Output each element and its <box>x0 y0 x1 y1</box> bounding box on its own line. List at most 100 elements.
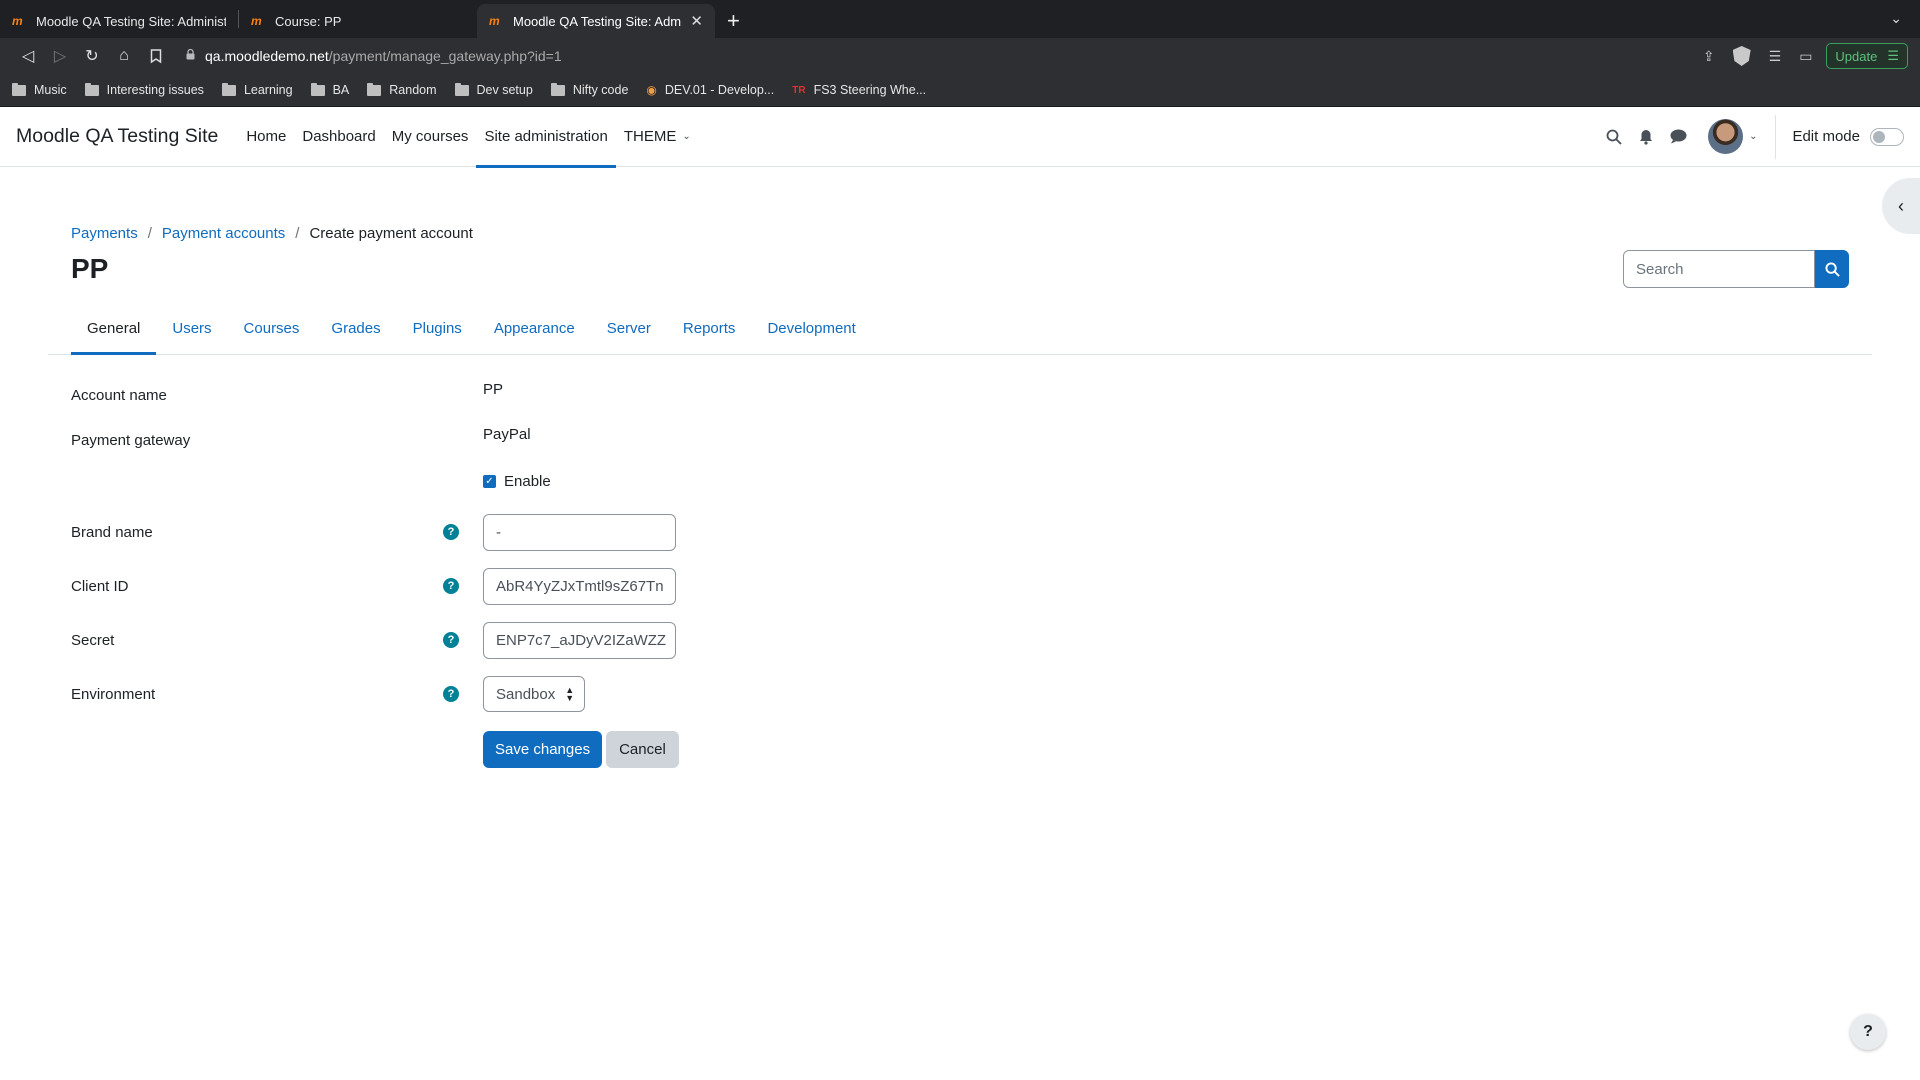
breadcrumb-payments[interactable]: Payments <box>71 225 138 242</box>
forward-arrow-icon[interactable]: ▷ <box>44 42 76 70</box>
close-tab-icon[interactable]: ✕ <box>690 12 703 30</box>
tab-general[interactable]: General <box>71 302 157 355</box>
playlist-icon[interactable]: ☰ <box>1769 48 1782 65</box>
account-name-label: Account name <box>71 387 167 404</box>
bookmark-folder[interactable]: Nifty code <box>550 82 628 97</box>
bookmark-folder[interactable]: Learning <box>221 82 293 97</box>
address-bar[interactable]: qa.moodledemo.net/payment/manage_gateway… <box>186 42 1703 70</box>
bookmark-label: Dev setup <box>476 83 533 97</box>
site-name[interactable]: Moodle QA Testing Site <box>16 125 218 148</box>
save-changes-button[interactable]: Save changes <box>483 730 603 768</box>
secret-input[interactable]: ENP7c7_aJDyV2IZaWZZ <box>483 621 676 659</box>
tab-reports[interactable]: Reports <box>667 302 752 354</box>
nav-theme-dropdown[interactable]: THEME ⌄ <box>616 107 699 167</box>
help-icon[interactable]: ? <box>443 524 459 540</box>
page-title: PP <box>71 253 109 284</box>
help-icon[interactable]: ? <box>443 686 459 702</box>
bookmark-folder[interactable]: Music <box>12 82 67 97</box>
bookmark-label: DEV.01 - Develop... <box>664 83 775 97</box>
bookmark-link[interactable]: TR FS3 Steering Whe... <box>792 83 926 97</box>
environment-label: Environment <box>71 685 156 703</box>
site-favicon-icon: ◉ <box>646 83 657 97</box>
bookmark-label: BA <box>332 83 350 97</box>
user-avatar[interactable] <box>1708 119 1744 154</box>
breadcrumb: Payments / Payment accounts / Create pay… <box>71 225 1872 242</box>
form-row-brand-name: Brand name? - <box>71 505 1872 559</box>
url-path: /payment/manage_gateway.php?id=1 <box>328 48 562 64</box>
breadcrumb-separator: / <box>295 225 300 242</box>
admin-tabs: General Users Courses Grades Plugins App… <box>48 302 1872 355</box>
bookmark-folder[interactable]: Dev setup <box>454 82 533 97</box>
back-arrow-icon[interactable]: ◁ <box>12 42 44 70</box>
main-content: Payments / Payment accounts / Create pay… <box>48 167 1872 777</box>
help-icon[interactable]: ? <box>443 578 459 594</box>
edit-mode-label: Edit mode <box>1792 128 1860 145</box>
breadcrumb-payment-accounts[interactable]: Payment accounts <box>162 225 285 242</box>
browser-tab[interactable]: m Moodle QA Testing Site: Administrat <box>0 4 238 38</box>
form-row-environment: Environment? Sandbox ▲ ▼ <box>71 667 1872 721</box>
payment-gateway-value: PayPal <box>483 426 531 443</box>
share-icon[interactable]: ⇪ <box>1703 48 1715 65</box>
enable-label[interactable]: Enable <box>504 473 551 490</box>
client-id-input[interactable]: AbR4YyZJxTmtl9sZ67Tn <box>483 567 676 605</box>
client-id-label: Client ID <box>71 577 129 595</box>
nav-site-administration[interactable]: Site administration <box>476 107 617 168</box>
tab-appearance[interactable]: Appearance <box>478 302 591 354</box>
browser-tab[interactable]: m Course: PP <box>239 4 477 38</box>
form-row-client-id: Client ID? AbR4YyZJxTmtl9sZ67Tn <box>71 559 1872 613</box>
update-button[interactable]: Update ☰ <box>1826 43 1908 69</box>
bookmark-folder[interactable]: BA <box>310 82 350 97</box>
tab-grades[interactable]: Grades <box>315 302 396 354</box>
search-icon <box>1824 261 1840 277</box>
home-icon[interactable]: ⌂ <box>108 42 140 70</box>
brand-name-label: Brand name <box>71 523 153 541</box>
tab-development[interactable]: Development <box>751 302 871 354</box>
folder-icon <box>310 82 325 96</box>
browser-tab-active[interactable]: m Moodle QA Testing Site: Admini ✕ <box>477 4 715 38</box>
payment-gateway-label: Payment gateway <box>71 432 191 449</box>
help-question-icon[interactable]: ? <box>1850 1014 1886 1050</box>
bookmarks-bar: Music Interesting issues Learning BA Ran… <box>0 74 1920 107</box>
bookmark-folder[interactable]: Random <box>367 82 437 97</box>
open-block-drawer-chevron-left-icon[interactable]: ‹ <box>1882 178 1920 234</box>
new-tab-button[interactable]: + <box>727 4 740 38</box>
select-arrows-icon: ▲ ▼ <box>565 685 575 703</box>
tab-plugins[interactable]: Plugins <box>397 302 478 354</box>
browser-tab-bar: m Moodle QA Testing Site: Administrat m … <box>0 0 1920 38</box>
messages-icon[interactable] <box>1662 129 1694 144</box>
folder-icon <box>12 82 26 96</box>
bookmark-link[interactable]: ◉ DEV.01 - Develop... <box>646 83 774 97</box>
bookmark-icon[interactable] <box>140 42 172 70</box>
url-host: qa.moodledemo.net <box>205 48 329 64</box>
tab-courses[interactable]: Courses <box>228 302 316 354</box>
brave-shield-icon[interactable] <box>1732 46 1751 66</box>
help-icon[interactable]: ? <box>443 632 459 648</box>
brand-name-input[interactable]: - <box>483 513 676 551</box>
tab-users[interactable]: Users <box>156 302 227 354</box>
chevron-down-icon[interactable]: ⌄ <box>1749 131 1757 142</box>
moodle-favicon-icon: m <box>12 14 23 28</box>
site-favicon-icon: TR <box>792 84 806 96</box>
form-row-enable: ✓ Enable <box>71 457 1872 505</box>
edit-mode-switch[interactable]: Edit mode <box>1792 127 1904 146</box>
chevron-down-icon: ⌄ <box>682 131 691 142</box>
notification-bell-icon[interactable] <box>1630 129 1662 145</box>
edit-mode-toggle[interactable] <box>1870 127 1904 146</box>
environment-selected-value: Sandbox <box>496 685 556 703</box>
environment-select[interactable]: Sandbox ▲ ▼ <box>483 676 586 712</box>
enable-checkbox[interactable]: ✓ <box>483 474 496 488</box>
search-button[interactable] <box>1815 250 1849 288</box>
tab-server[interactable]: Server <box>591 302 667 354</box>
tab-search-chevron-icon[interactable]: ⌄ <box>1890 10 1902 27</box>
wallet-icon[interactable]: ▭ <box>1799 48 1812 65</box>
search-input[interactable] <box>1623 250 1815 288</box>
nav-home[interactable]: Home <box>238 107 294 167</box>
bookmark-folder[interactable]: Interesting issues <box>84 82 204 97</box>
search-icon[interactable] <box>1598 129 1630 145</box>
nav-my-courses[interactable]: My courses <box>384 107 477 167</box>
cancel-button[interactable]: Cancel <box>606 730 679 768</box>
tab-title: Course: PP <box>275 13 342 29</box>
bookmark-label: Music <box>34 83 67 97</box>
reload-icon[interactable]: ↻ <box>76 42 108 70</box>
nav-dashboard[interactable]: Dashboard <box>294 107 383 167</box>
